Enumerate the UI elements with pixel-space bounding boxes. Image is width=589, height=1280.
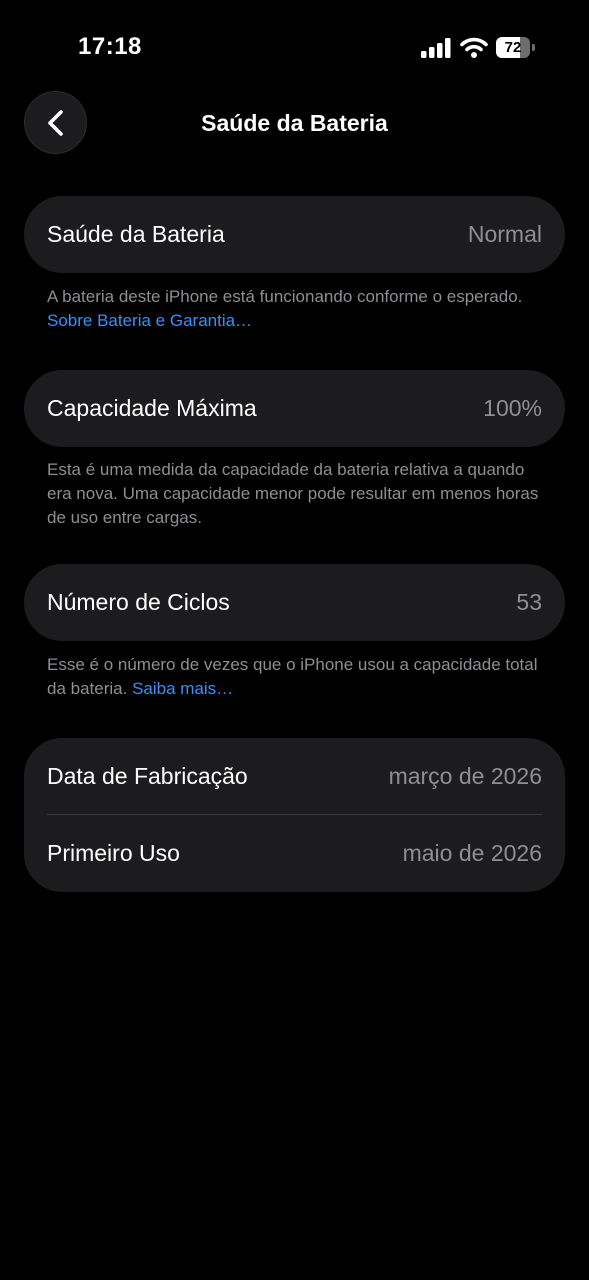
first-use-label: Primeiro Uso	[47, 840, 180, 866]
max-capacity-value: 100%	[483, 395, 542, 421]
manufacture-date-value: março de 2026	[388, 763, 542, 789]
battery-level-text: 72	[504, 39, 522, 56]
max-capacity-row: Capacidade Máxima 100%	[24, 370, 565, 447]
cycle-count-group: Número de Ciclos 53	[24, 564, 565, 641]
manufacture-date-row: Data de Fabricação março de 2026	[24, 738, 565, 815]
battery-health-value: Normal	[467, 221, 542, 247]
status-bar: 17:18 72	[0, 0, 589, 96]
battery-health-description: A bateria deste iPhone está funcionando …	[47, 287, 523, 306]
battery-icon: 72	[496, 37, 536, 58]
page-title: Saúde da Bateria	[201, 110, 388, 136]
dates-group: Data de Fabricação março de 2026 Primeir…	[24, 738, 565, 892]
cycle-count-label: Número de Ciclos	[47, 589, 230, 615]
battery-cap	[532, 44, 535, 51]
status-time: 17:18	[78, 33, 142, 60]
battery-health-footnote: A bateria deste iPhone está funcionando …	[47, 285, 547, 333]
battery-body: 72	[496, 37, 530, 58]
cellular-signal-icon	[421, 38, 451, 58]
battery-health-group: Saúde da Bateria Normal	[24, 196, 565, 273]
manufacture-date-label: Data de Fabricação	[47, 763, 248, 789]
navigation-bar: Saúde da Bateria	[0, 90, 589, 156]
cycle-count-row: Número de Ciclos 53	[24, 564, 565, 641]
cycle-count-value: 53	[516, 589, 542, 615]
battery-health-row: Saúde da Bateria Normal	[24, 196, 565, 273]
first-use-value: maio de 2026	[402, 840, 542, 866]
cycle-count-footnote: Esse é o número de vezes que o iPhone us…	[47, 653, 547, 701]
first-use-row: Primeiro Uso maio de 2026	[24, 815, 565, 892]
learn-more-link[interactable]: Saiba mais…	[132, 679, 233, 698]
max-capacity-label: Capacidade Máxima	[47, 395, 257, 421]
cycle-count-description: Esse é o número de vezes que o iPhone us…	[47, 655, 538, 698]
battery-health-label: Saúde da Bateria	[47, 221, 225, 247]
max-capacity-group: Capacidade Máxima 100%	[24, 370, 565, 447]
wifi-icon	[460, 36, 488, 58]
max-capacity-footnote: Esta é uma medida da capacidade da bater…	[47, 460, 539, 527]
battery-warranty-link[interactable]: Sobre Bateria e Garantia…	[47, 311, 252, 330]
